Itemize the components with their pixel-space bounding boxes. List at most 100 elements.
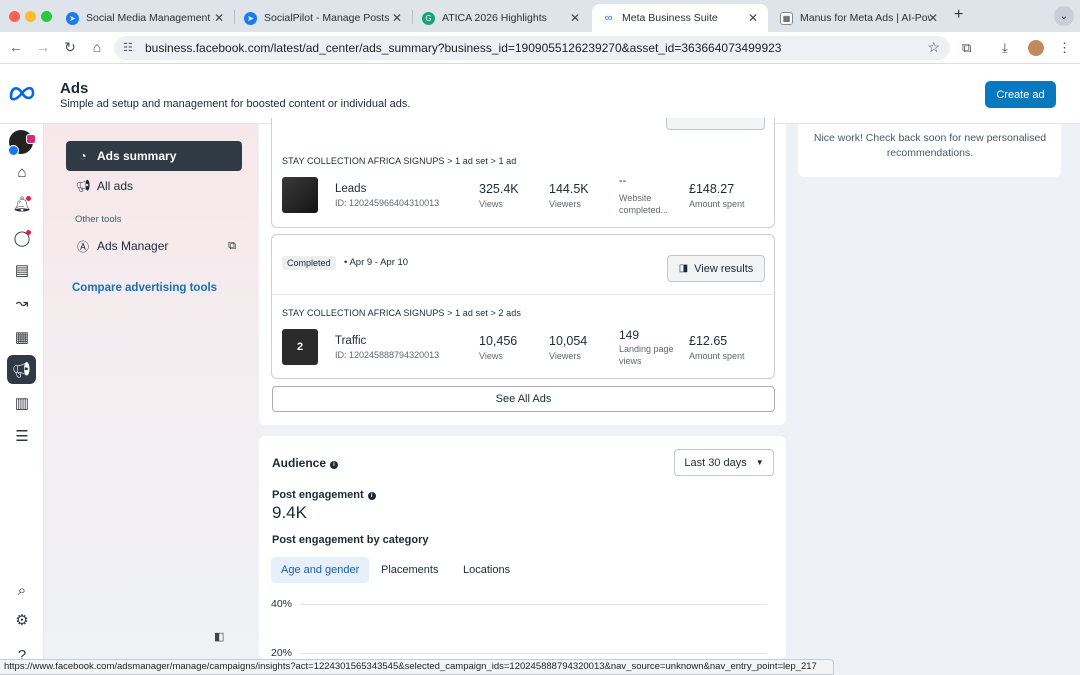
browser-tab-active[interactable]: ∞ Meta Business Suite ✕ — [592, 4, 768, 32]
new-tab-icon[interactable]: + — [954, 6, 963, 24]
tab-search-icon[interactable]: ⌄ — [1054, 6, 1074, 26]
tab-age-and-gender[interactable]: Age and gender — [271, 557, 370, 583]
tab-locations[interactable]: Locations — [453, 557, 520, 583]
close-tab-icon[interactable]: ✕ — [570, 11, 580, 25]
page-subtitle: Simple ad setup and management for boost… — [60, 98, 411, 110]
url-text[interactable]: business.facebook.com/latest/ad_center/a… — [145, 41, 781, 55]
ad-breadcrumb: STAY COLLECTION AFRICA SIGNUPS > 1 ad se… — [282, 308, 521, 318]
close-window-button[interactable] — [9, 11, 20, 22]
ad-objective: Leads — [335, 183, 367, 195]
info-icon[interactable]: i — [367, 492, 376, 500]
views-value: 10,456 — [479, 334, 518, 348]
viewers-value: 10,054 — [549, 334, 588, 348]
collapse-sidebar-icon[interactable]: ◧ — [214, 630, 224, 643]
y-tick-label: 20% — [271, 647, 293, 659]
viewers-value: 144.5K — [549, 182, 589, 196]
close-tab-icon[interactable]: ✕ — [928, 11, 938, 25]
notification-dot — [26, 230, 31, 235]
notification-dot — [26, 196, 31, 201]
planner-calendar-icon[interactable]: ▦ — [11, 326, 33, 348]
view-results-icon: ◨ — [678, 263, 689, 274]
browser-toolbar: ← → ↻ ⌂ ☷ business.facebook.com/latest/a… — [0, 32, 1080, 64]
ads-megaphone-icon[interactable]: 📢︎ — [7, 355, 36, 384]
extensions-icon[interactable]: ⧉ — [962, 40, 971, 56]
analytics-bars-icon[interactable]: ▥ — [11, 392, 33, 414]
browser-tab[interactable]: ➤ Social Media Management an ✕ — [56, 4, 234, 32]
ad-breadcrumb: STAY COLLECTION AFRICA SIGNUPS > 1 ad se… — [282, 156, 517, 166]
ad-thumbnail[interactable]: 2 — [282, 329, 318, 365]
socialpilot-icon: ➤ — [66, 11, 79, 25]
close-tab-icon[interactable]: ✕ — [214, 11, 224, 25]
download-icon[interactable]: ⤓ — [1002, 40, 1008, 56]
ad-divider — [272, 294, 774, 295]
info-icon[interactable]: i — [330, 461, 339, 469]
amount-spent-label: Amount spent — [689, 199, 745, 209]
results-label: Landing page views — [619, 344, 674, 366]
amount-spent-label: Amount spent — [689, 351, 745, 361]
browser-tab[interactable]: G ATICA 2026 Highlights ✕ — [412, 4, 590, 32]
results-label: Website completed... — [619, 193, 669, 215]
view-results-button[interactable] — [666, 118, 765, 130]
amount-spent-value: £148.27 — [689, 182, 735, 196]
back-icon[interactable]: ← — [7, 39, 25, 55]
browser-tab[interactable]: ➤ SocialPilot - Manage Posts ✕ — [234, 4, 412, 32]
minimize-window-button[interactable] — [25, 11, 36, 22]
profile-avatar[interactable] — [1028, 40, 1044, 56]
browser-tab[interactable]: ▦ Manus for Meta Ads | AI-Pow ✕ — [770, 4, 948, 32]
home-icon[interactable]: ⌂ — [88, 39, 106, 55]
meta-icon: ∞ — [602, 11, 615, 25]
views-label: Views — [479, 351, 503, 361]
views-value: 325.4K — [479, 182, 519, 196]
insights-icon[interactable]: ↝ — [11, 292, 33, 314]
tab-placements[interactable]: Placements — [371, 557, 448, 583]
sidebar-item-ads-manager[interactable]: Ⓐ Ads Manager ⧉ — [66, 231, 242, 261]
view-results-button[interactable]: ◨ View results — [667, 255, 765, 282]
ad-item — [271, 118, 775, 228]
search-icon[interactable]: ⌕ — [11, 579, 33, 601]
meta-logo-icon[interactable] — [8, 82, 36, 104]
home-nav-icon[interactable]: ⌂ — [11, 161, 33, 183]
post-engagement-label: Post engagement i — [272, 489, 376, 501]
ad-objective: Traffic — [335, 335, 367, 347]
browser-menu-icon[interactable]: ⋮ — [1058, 40, 1071, 56]
see-all-ads-button[interactable]: See All Ads — [272, 386, 775, 412]
date-range-dropdown[interactable]: Last 30 days ▼ — [674, 449, 774, 476]
results-value: 149 — [619, 328, 640, 342]
viewers-label: Viewers — [549, 351, 581, 361]
close-tab-icon[interactable]: ✕ — [748, 11, 758, 25]
sidebar-item-ads-summary[interactable]: ◔ Ads summary — [66, 141, 242, 171]
recommendations-text: Nice work! Check back soon for new perso… — [813, 132, 1047, 159]
site-settings-icon[interactable]: ☷ — [123, 41, 133, 54]
y-tick-label: 40% — [271, 598, 293, 610]
gridline — [300, 604, 767, 605]
engagement-by-category-label: Post engagement by category — [272, 534, 429, 546]
close-tab-icon[interactable]: ✕ — [392, 11, 402, 25]
audience-title: Audience i — [272, 456, 339, 470]
results-value: -- — [619, 175, 627, 187]
ad-id: ID: 120245888794320013 — [335, 350, 440, 360]
reload-icon[interactable]: ↻ — [61, 39, 79, 56]
settings-gear-icon[interactable]: ⚙ — [11, 609, 33, 631]
ad-thumbnail[interactable] — [282, 177, 318, 213]
all-tools-menu-icon[interactable]: ☰ — [11, 425, 33, 447]
compare-advertising-tools-link[interactable]: Compare advertising tools — [72, 282, 217, 294]
bookmark-star-icon[interactable]: ☆ — [927, 39, 940, 56]
views-label: Views — [479, 199, 503, 209]
ads-summary-icon: ◔ — [79, 149, 87, 163]
content-icon[interactable]: ▤ — [11, 259, 33, 281]
ad-id: ID: 120245966404310013 — [335, 198, 440, 208]
account-avatar[interactable] — [8, 130, 36, 156]
address-bar[interactable]: ☷ business.facebook.com/latest/ad_center… — [114, 36, 950, 60]
maximize-window-button[interactable] — [41, 11, 52, 22]
caret-down-icon: ▼ — [755, 458, 764, 467]
megaphone-icon: 📢︎ — [75, 179, 91, 193]
sidebar-item-all-ads[interactable]: 📢︎ All ads — [66, 171, 242, 201]
other-tools-heading: Other tools — [75, 214, 122, 225]
viewers-label: Viewers — [549, 199, 581, 209]
create-ad-button[interactable]: Create ad — [985, 81, 1056, 108]
grammarly-icon: G — [422, 11, 435, 25]
amount-spent-value: £12.65 — [689, 334, 728, 348]
forward-icon[interactable]: → — [34, 39, 52, 55]
facebook-icon — [8, 145, 19, 156]
browser-tab-strip: ➤ Social Media Management an ✕ ➤ SocialP… — [0, 0, 1080, 32]
